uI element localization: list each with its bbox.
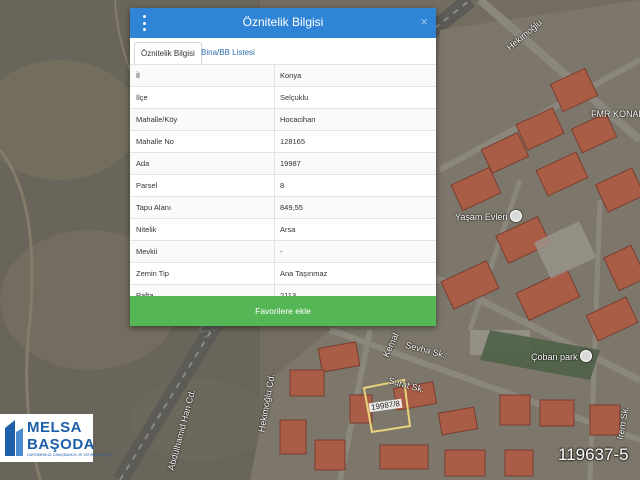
attribute-value: 19987 [280, 159, 301, 168]
agency-logo: MELSA BAŞODA GAYRİMENKUL DANIŞMANLIK VE … [0, 414, 113, 462]
attribute-value: 849,55 [280, 203, 303, 212]
place-label-konak: FMR KONAK [591, 109, 640, 119]
attribute-key: Nitelik [130, 219, 275, 240]
attribute-value: 8 [280, 181, 285, 190]
attribute-key: Ada [130, 153, 275, 174]
attribute-key: Zemin Tip [130, 263, 275, 284]
building-logo-icon [5, 420, 23, 456]
attribute-key: Tapu Alanı [130, 197, 275, 218]
close-icon[interactable]: × [420, 14, 428, 29]
table-row: Parsel 8 [130, 175, 436, 197]
attribute-value: Hocacihan [280, 115, 316, 124]
attribute-value: Ana Taşınmaz [280, 269, 328, 278]
table-row: Zemin Tip Ana Taşınmaz [130, 263, 436, 285]
table-row: Mahalle No 128165 [130, 131, 436, 153]
tab-building-list[interactable]: Bina/BB Listesi [195, 42, 261, 63]
park-marker-icon[interactable] [580, 350, 592, 362]
place-label-coban-park: Çoban park [531, 352, 578, 362]
dialog-header: Öznitelik Bilgisi × [130, 8, 436, 38]
attribute-value: Arsa [280, 225, 296, 234]
logo-tagline: GAYRİMENKUL DANIŞMANLIK VE YATIRIM LTD. … [27, 453, 113, 457]
attribute-key: Mahalle No [130, 131, 275, 152]
attribute-value: Selçuklu [280, 93, 309, 102]
attribute-value: Konya [280, 71, 302, 80]
listing-id: 119637-5 [558, 445, 629, 464]
tab-attribute-info[interactable]: Öznitelik Bilgisi [134, 42, 202, 65]
attribute-key: Parsel [130, 175, 275, 196]
table-row: Mevkii - [130, 241, 436, 263]
place-label-yasam-evleri: Yaşam Evleri [455, 212, 508, 222]
table-row: İl Konya [130, 64, 436, 87]
table-row: İlçe Selçuklu [130, 87, 436, 109]
attribute-info-dialog: Öznitelik Bilgisi × Öznitelik Bilgisi Bi… [130, 8, 436, 326]
attribute-key: Mevkii [130, 241, 275, 262]
table-row: Ada 19987 [130, 153, 436, 175]
attribute-key: Mahalle/Köy [130, 109, 275, 130]
table-row: Nitelik Arsa [130, 219, 436, 241]
attribute-table: İl Konya İlçe Selçuklu Mahalle/Köy Hocac… [130, 64, 436, 307]
add-to-favorites-button[interactable]: Favorilere ekle [130, 296, 436, 326]
table-row: Mahalle/Köy Hocacihan [130, 109, 436, 131]
logo-text-basoda: BAŞODA [27, 436, 96, 453]
attribute-key: İl [130, 65, 275, 86]
tab-bar: Öznitelik Bilgisi Bina/BB Listesi [130, 38, 436, 65]
table-row: Tapu Alanı 849,55 [130, 197, 436, 219]
poi-marker-icon[interactable] [510, 210, 522, 222]
logo-text-melsa: MELSA [27, 419, 82, 436]
attribute-value: 128165 [280, 137, 306, 146]
attribute-value: - [280, 247, 283, 256]
attribute-key: İlçe [130, 87, 275, 108]
dialog-title: Öznitelik Bilgisi [242, 15, 324, 29]
